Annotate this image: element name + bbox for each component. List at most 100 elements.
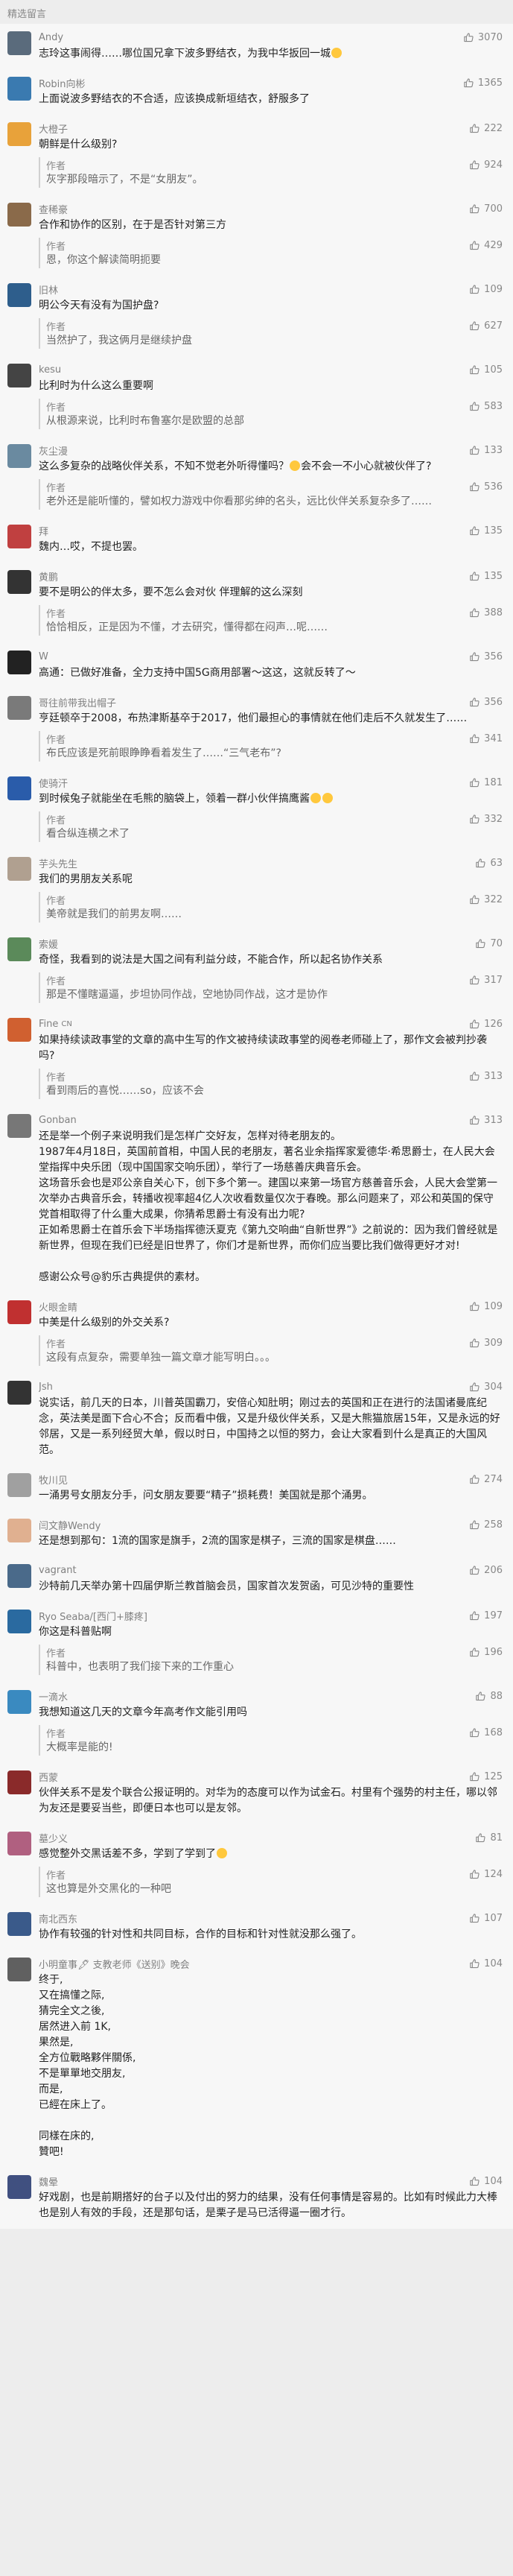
like-button[interactable]: 313	[469, 1115, 503, 1126]
commenter-name[interactable]: 使骑汗	[39, 776, 68, 790]
commenter-name[interactable]: 灰尘漫	[39, 443, 68, 458]
avatar[interactable]	[7, 31, 31, 55]
commenter-name[interactable]: W	[39, 651, 48, 662]
avatar[interactable]	[7, 77, 31, 101]
like-button[interactable]: 63	[475, 858, 503, 869]
like-button[interactable]: 3070	[463, 32, 503, 43]
commenter-name[interactable]: 小明童事🖋 支教老师《送别》晚会	[39, 1957, 190, 1971]
comment-body: 西蒙 125 伙伴关系不是发个联合公报证明的。对华为的态度可以作为试金石。村里有个强…	[39, 1769, 506, 1817]
like-button[interactable]: 104	[469, 2176, 503, 2187]
commenter-name[interactable]: Gonban	[39, 1115, 77, 1126]
reply-like-button[interactable]: 924	[469, 159, 503, 171]
avatar[interactable]	[7, 1610, 31, 1633]
commenter-name[interactable]: 黄鹏	[39, 569, 58, 583]
avatar[interactable]	[7, 776, 31, 800]
avatar[interactable]	[7, 696, 31, 720]
avatar[interactable]	[7, 203, 31, 227]
like-button[interactable]: 1365	[463, 77, 503, 89]
avatar[interactable]	[7, 1958, 31, 1981]
avatar[interactable]	[7, 1381, 31, 1405]
commenter-name[interactable]: 索媛	[39, 937, 58, 951]
commenter-name[interactable]: 火眼金睛	[39, 1300, 77, 1314]
like-button[interactable]: 274	[469, 1474, 503, 1485]
like-button[interactable]: 206	[469, 1565, 503, 1576]
like-button[interactable]: 356	[469, 697, 503, 708]
like-button[interactable]: 304	[469, 1382, 503, 1393]
commenter-name[interactable]: 旧林	[39, 282, 58, 297]
commenter-name[interactable]: 大橙子	[39, 121, 68, 136]
reply-like-button[interactable]: 124	[469, 1869, 503, 1880]
commenter-name[interactable]: 一滴水	[39, 1689, 68, 1703]
avatar[interactable]	[7, 1832, 31, 1855]
avatar[interactable]	[7, 1519, 31, 1542]
reply-like-button[interactable]: 309	[469, 1338, 503, 1349]
avatar[interactable]	[7, 937, 31, 961]
reply-like-button[interactable]: 313	[469, 1071, 503, 1082]
commenter-name[interactable]: Fine	[39, 1019, 58, 1030]
avatar[interactable]	[7, 1018, 31, 1042]
like-button[interactable]: 70	[475, 938, 503, 949]
like-button[interactable]: 109	[469, 1301, 503, 1312]
reply-like-button[interactable]: 341	[469, 733, 503, 744]
avatar[interactable]	[7, 1300, 31, 1324]
like-button[interactable]: 88	[475, 1691, 503, 1702]
like-button[interactable]: 181	[469, 777, 503, 788]
like-button[interactable]: 135	[469, 525, 503, 537]
avatar[interactable]	[7, 1770, 31, 1794]
reply-like-button[interactable]: 388	[469, 607, 503, 618]
commenter-name[interactable]: 西蒙	[39, 1770, 58, 1784]
avatar[interactable]	[7, 570, 31, 594]
reply-like-button[interactable]: 429	[469, 240, 503, 251]
avatar[interactable]	[7, 1690, 31, 1714]
commenter-name[interactable]: 魏晕	[39, 2174, 58, 2189]
reply-like-button[interactable]: 168	[469, 1727, 503, 1738]
like-button[interactable]: 81	[475, 1832, 503, 1844]
commenter-name[interactable]: 南北西东	[39, 1911, 77, 1925]
avatar[interactable]	[7, 1473, 31, 1497]
commenter-name[interactable]: 墓少义	[39, 1831, 68, 1845]
commenter-name[interactable]: 牧川见	[39, 1472, 68, 1487]
reply-like-button[interactable]: 627	[469, 320, 503, 332]
commenter-name[interactable]: Robin向彬	[39, 76, 86, 90]
commenter-name[interactable]: kesu	[39, 364, 61, 376]
commenter-name[interactable]: 芋头先生	[39, 856, 77, 870]
avatar[interactable]	[7, 122, 31, 146]
like-button[interactable]: 125	[469, 1771, 503, 1782]
avatar[interactable]	[7, 651, 31, 674]
avatar[interactable]	[7, 364, 31, 387]
like-button[interactable]: 107	[469, 1913, 503, 1924]
reply-like-button[interactable]: 196	[469, 1647, 503, 1658]
commenter-name[interactable]: 哥往前带我出帽子	[39, 695, 116, 709]
avatar[interactable]	[7, 857, 31, 881]
commenter-name[interactable]: 闫文静Wendy	[39, 1518, 101, 1532]
like-button[interactable]: 109	[469, 284, 503, 295]
like-button[interactable]: 105	[469, 364, 503, 376]
avatar[interactable]	[7, 1114, 31, 1138]
like-button[interactable]: 222	[469, 123, 503, 134]
commenter-name[interactable]: Jsh	[39, 1382, 53, 1393]
reply-like-button[interactable]: 583	[469, 401, 503, 412]
avatar[interactable]	[7, 283, 31, 307]
avatar[interactable]	[7, 444, 31, 468]
reply-like-button[interactable]: 332	[469, 814, 503, 825]
commenter-name[interactable]: 查稀豪	[39, 202, 68, 216]
like-button[interactable]: 104	[469, 1958, 503, 1969]
reply-like-button[interactable]: 536	[469, 481, 503, 493]
avatar[interactable]	[7, 1912, 31, 1936]
like-button[interactable]: 356	[469, 651, 503, 662]
like-button[interactable]: 135	[469, 571, 503, 582]
like-button[interactable]: 197	[469, 1610, 503, 1621]
avatar[interactable]	[7, 525, 31, 548]
commenter-name[interactable]: vagrant	[39, 1565, 77, 1576]
like-button[interactable]: 133	[469, 445, 503, 456]
commenter-name[interactable]: 拜	[39, 524, 48, 538]
reply-like-button[interactable]: 317	[469, 975, 503, 986]
reply-like-button[interactable]: 322	[469, 894, 503, 905]
like-button[interactable]: 700	[469, 203, 503, 215]
like-button[interactable]: 126	[469, 1019, 503, 1030]
like-button[interactable]: 258	[469, 1519, 503, 1531]
avatar[interactable]	[7, 2175, 31, 2199]
commenter-name[interactable]: Andy	[39, 32, 63, 43]
commenter-name[interactable]: Ryo Seaba/[西门+膝疼]	[39, 1609, 147, 1623]
avatar[interactable]	[7, 1564, 31, 1588]
